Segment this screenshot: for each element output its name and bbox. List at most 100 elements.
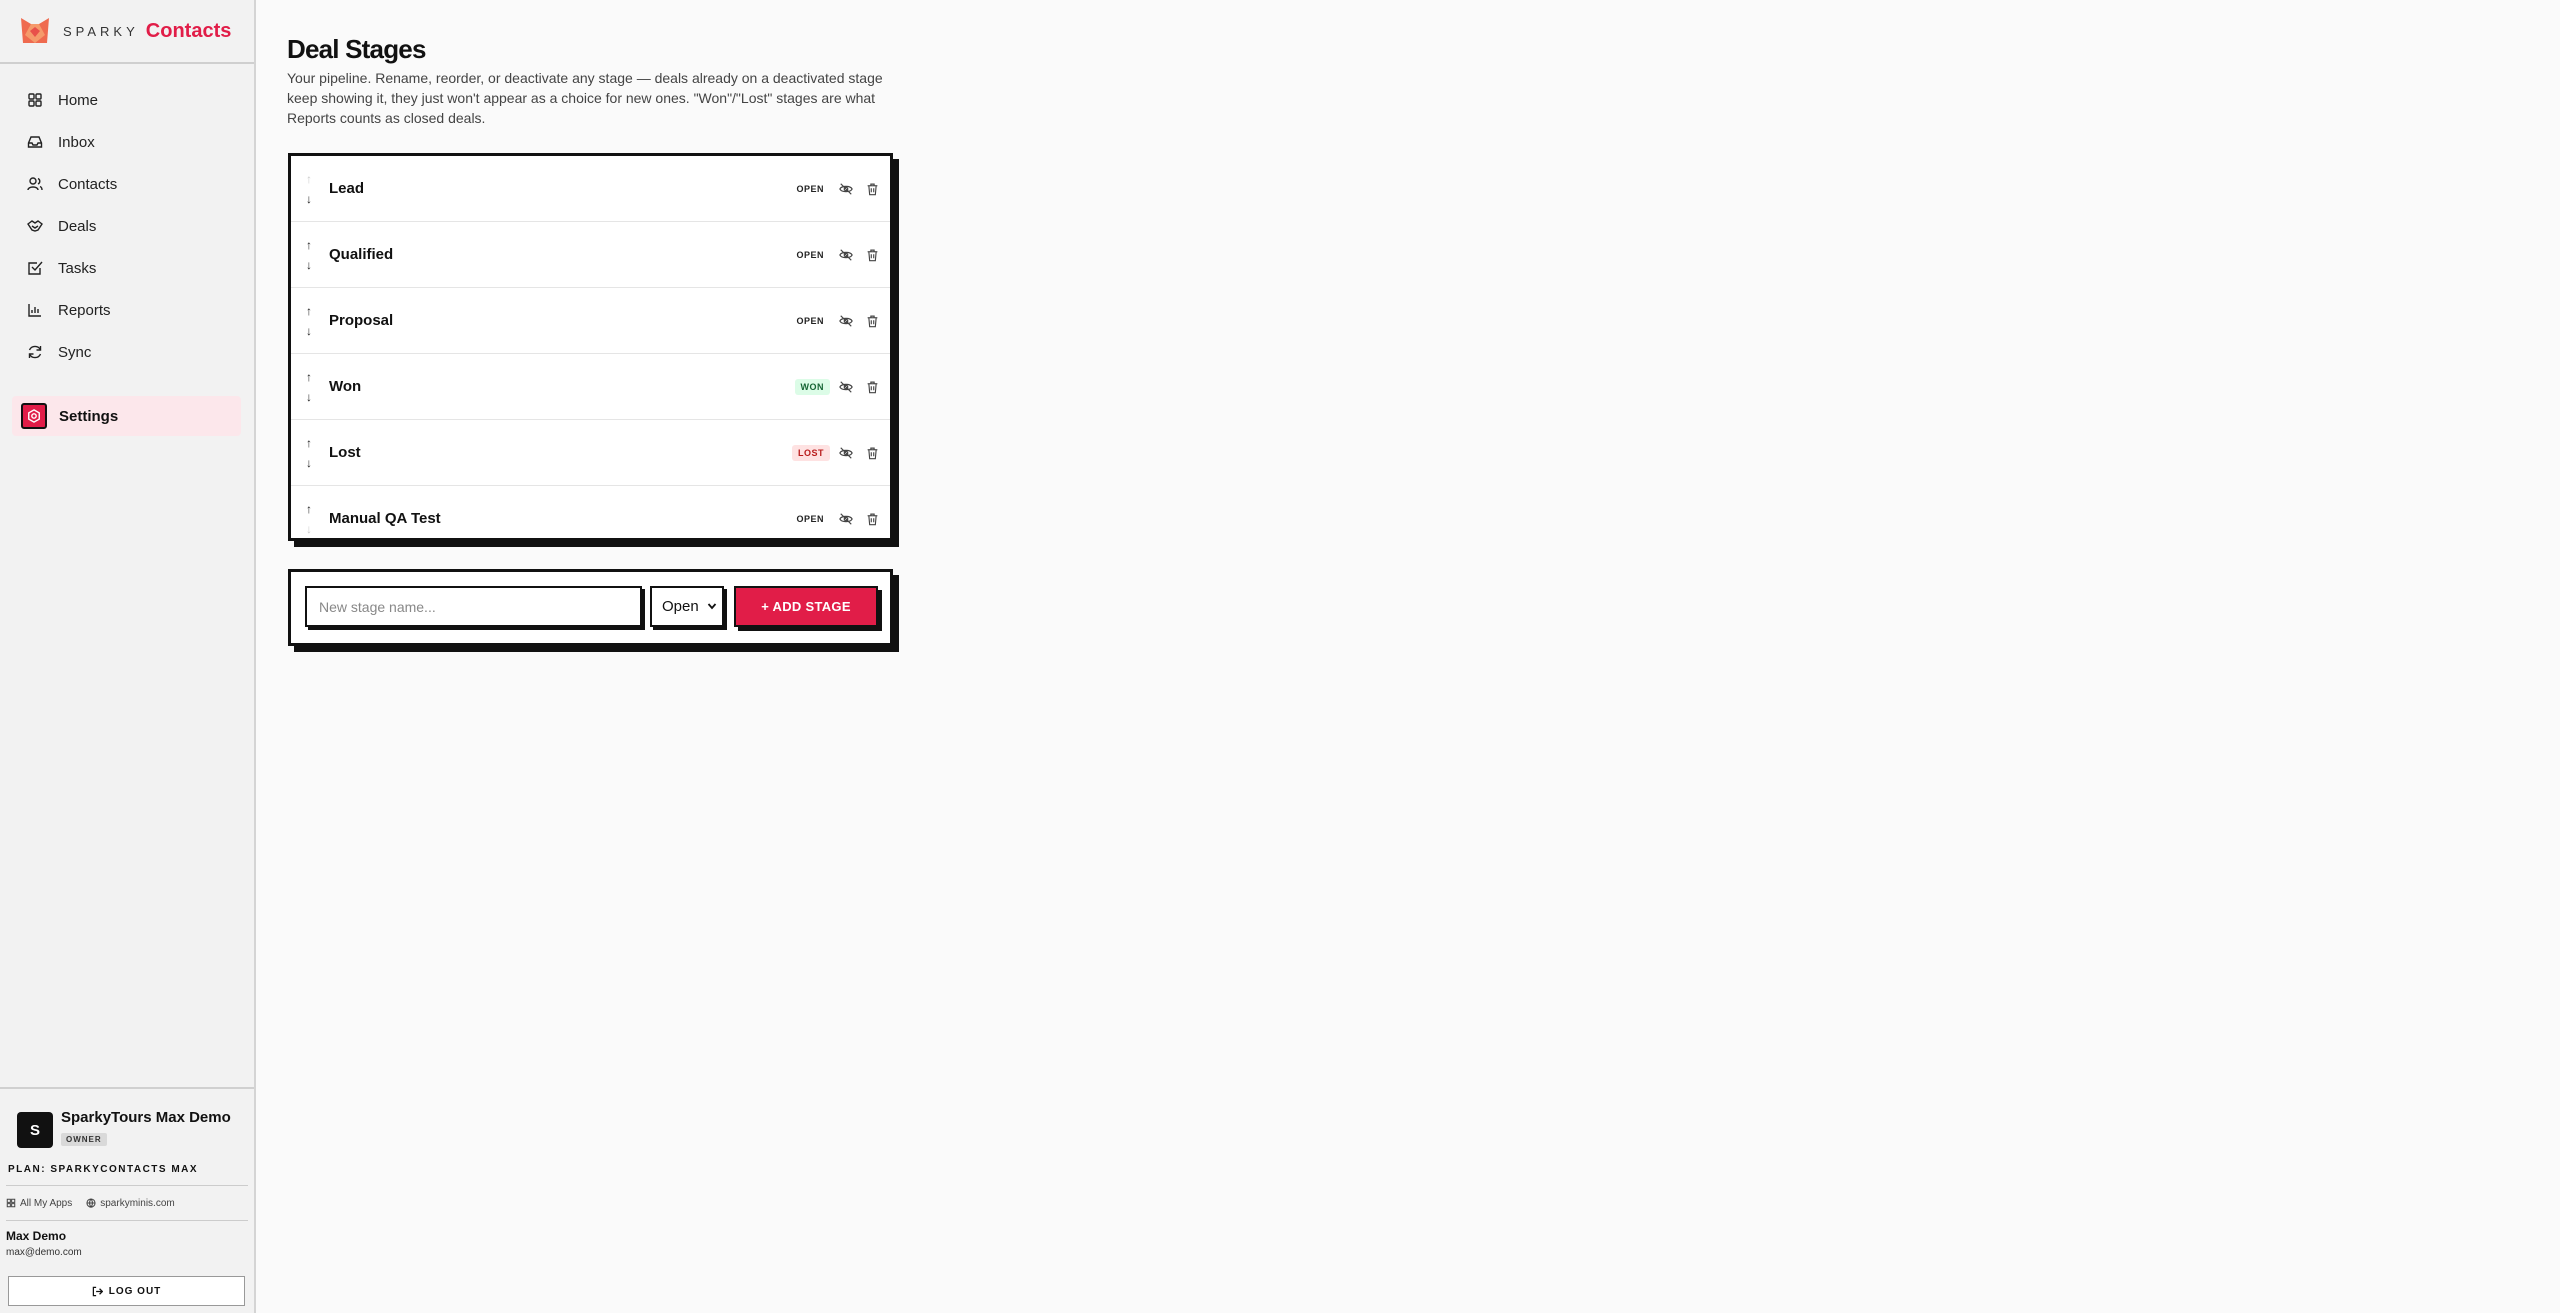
sidebar-item-label: Reports — [58, 301, 111, 319]
stage-type-value: Open — [662, 598, 699, 615]
grid-icon — [6, 1198, 16, 1208]
org-info: S SparkyTours Max Demo OWNER — [0, 1089, 254, 1148]
brand[interactable]: SPARKY Contacts — [0, 0, 254, 64]
brand-contacts-text: Contacts — [145, 19, 232, 42]
settings-icon — [21, 403, 47, 429]
sidebar-item-label: Home — [58, 91, 99, 109]
move-down-button[interactable]: ↓ — [306, 453, 312, 473]
move-up-button[interactable]: ↑ — [306, 169, 312, 189]
sidebar-item-label: Deals — [58, 217, 97, 235]
add-stage-button[interactable]: + ADD STAGE — [734, 586, 878, 627]
stage-name[interactable]: Won — [329, 378, 795, 395]
page-title: Deal Stages — [287, 34, 426, 64]
tasks-icon — [28, 261, 43, 275]
trash-icon — [867, 381, 877, 393]
stage-row: ↑ ↓ Proposal OPEN — [291, 288, 890, 354]
sync-icon — [28, 345, 42, 359]
stage-name[interactable]: Qualified — [329, 246, 790, 263]
move-down-button[interactable]: ↓ — [306, 387, 312, 407]
status-badge: OPEN — [796, 183, 824, 194]
trash-icon — [867, 513, 877, 525]
all-apps-link[interactable]: All My Apps — [6, 1198, 72, 1209]
move-down-button[interactable]: ↓ — [306, 255, 312, 275]
sidebar-item-inbox[interactable]: Inbox — [0, 121, 254, 163]
plan-label: PLAN: SPARKYCONTACTS MAX — [8, 1164, 199, 1175]
delete-button[interactable] — [864, 181, 880, 197]
deactivate-button[interactable] — [838, 181, 854, 197]
move-down-button[interactable]: ↓ — [306, 519, 312, 539]
stage-row: ↑ ↓ Won WON — [291, 354, 890, 420]
deactivate-button[interactable] — [838, 247, 854, 263]
avatar: S — [17, 1112, 53, 1148]
delete-button[interactable] — [864, 511, 880, 527]
eye-off-icon — [839, 182, 853, 195]
sidebar-item-settings[interactable]: Settings — [12, 396, 241, 436]
stage-name[interactable]: Manual QA Test — [329, 510, 790, 527]
eye-off-icon — [839, 380, 853, 393]
eye-off-icon — [839, 248, 853, 261]
status-badge: OPEN — [796, 315, 824, 326]
deactivate-button[interactable] — [838, 379, 854, 395]
move-down-button[interactable]: ↓ — [306, 321, 312, 341]
sidebar-item-label: Tasks — [58, 259, 97, 277]
stage-type-select[interactable]: Open — [650, 586, 724, 627]
globe-icon — [86, 1198, 96, 1208]
handshake-icon — [27, 220, 43, 232]
user-name: Max Demo — [6, 1229, 67, 1243]
deactivate-button[interactable] — [838, 313, 854, 329]
logout-label: LOG OUT — [108, 1285, 162, 1297]
sidebar-item-sync[interactable]: Sync — [0, 331, 254, 373]
role-badge: OWNER — [61, 1133, 107, 1146]
delete-button[interactable] — [864, 445, 880, 461]
move-up-button[interactable]: ↑ — [306, 235, 312, 255]
brand-sparky-text: SPARKY — [63, 23, 139, 39]
stage-name[interactable]: Lost — [329, 444, 792, 461]
logout-button[interactable]: LOG OUT — [8, 1276, 245, 1306]
status-badge: WON — [794, 378, 830, 395]
user-email: max@demo.com — [6, 1247, 82, 1258]
sidebar-item-label: Sync — [58, 343, 92, 361]
sparky-logo-icon — [19, 15, 51, 47]
move-up-button[interactable]: ↑ — [306, 367, 312, 387]
footer-links: All My Apps sparkyminis.com — [6, 1185, 248, 1212]
delete-button[interactable] — [864, 379, 880, 395]
contacts-icon — [27, 177, 43, 191]
sidebar-item-contacts[interactable]: Contacts — [0, 163, 254, 205]
trash-icon — [867, 249, 877, 261]
delete-button[interactable] — [864, 313, 880, 329]
stage-name[interactable]: Lead — [329, 180, 790, 197]
move-down-button[interactable]: ↓ — [306, 189, 312, 209]
site-label: sparkyminis.com — [100, 1197, 175, 1209]
eye-off-icon — [839, 314, 853, 327]
new-stage-input[interactable] — [305, 586, 642, 627]
sidebar-item-reports[interactable]: Reports — [0, 289, 254, 331]
logout-icon — [92, 1286, 103, 1296]
sidebar-item-deals[interactable]: Deals — [0, 205, 254, 247]
chevron-down-icon — [707, 603, 717, 610]
move-up-button[interactable]: ↑ — [306, 499, 312, 519]
home-icon — [28, 93, 42, 107]
status-badge: OPEN — [796, 249, 824, 260]
sidebar-item-tasks[interactable]: Tasks — [0, 247, 254, 289]
inbox-icon — [27, 136, 43, 148]
user-info: Max Demo max@demo.com — [6, 1220, 248, 1258]
status-badge: LOST — [792, 444, 830, 461]
bar-chart-icon — [28, 304, 41, 317]
page-description: Your pipeline. Rename, reorder, or deact… — [287, 70, 883, 126]
move-up-button[interactable]: ↑ — [306, 433, 312, 453]
stage-name[interactable]: Proposal — [329, 312, 790, 329]
site-link[interactable]: sparkyminis.com — [86, 1197, 175, 1209]
stage-row: ↑ ↓ Lost LOST — [291, 420, 890, 486]
sidebar-item-home[interactable]: Home — [0, 79, 254, 121]
status-badge: OPEN — [796, 513, 824, 524]
move-up-button[interactable]: ↑ — [306, 301, 312, 321]
eye-off-icon — [839, 512, 853, 525]
org-name: SparkyTours Max Demo — [61, 1109, 231, 1126]
stage-row: ↑ ↓ Qualified OPEN — [291, 222, 890, 288]
deactivate-button[interactable] — [838, 445, 854, 461]
sidebar-item-label: Contacts — [58, 175, 118, 193]
deactivate-button[interactable] — [838, 511, 854, 527]
delete-button[interactable] — [864, 247, 880, 263]
add-stage-form: Open + ADD STAGE — [288, 569, 893, 646]
eye-off-icon — [839, 446, 853, 459]
